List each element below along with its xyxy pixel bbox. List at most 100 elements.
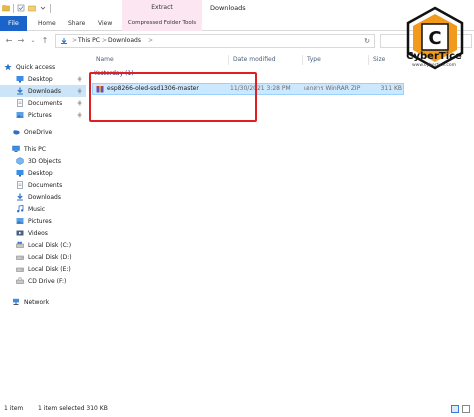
large-icons-view-icon[interactable] [462, 405, 470, 413]
sidebar-item-label: Downloads [28, 193, 61, 201]
pin-icon: ⋕ [76, 99, 82, 107]
sidebar-item-local-disk-c[interactable]: Local Disk (C:) [0, 239, 86, 251]
separator [50, 3, 51, 13]
group-header[interactable]: Yesterday (1) [94, 70, 134, 77]
file-size: 311 KB [380, 85, 402, 92]
sidebar-item-this-pc[interactable]: This PC [0, 143, 86, 155]
drive-icon [16, 267, 24, 272]
sidebar-item-cd-drive-f[interactable]: CD Drive (F:) [0, 275, 86, 287]
column-divider[interactable] [368, 55, 369, 65]
sidebar-item-label: 3D Objects [28, 157, 62, 165]
folder-icon[interactable] [2, 4, 10, 12]
logo-letter: C [428, 28, 441, 49]
logo-url-text: www.cybertice.com [412, 63, 456, 68]
network-icon [13, 298, 19, 305]
logo-brand-text: CyberTice [406, 51, 462, 62]
tab-share[interactable]: Share [68, 16, 85, 31]
sidebar-item-label: CD Drive (F:) [28, 277, 67, 285]
tab-home[interactable]: Home [38, 16, 56, 31]
recent-locations-chevron-icon[interactable]: ⌄ [28, 35, 38, 47]
sidebar-item-pictures-pinned[interactable]: Pictures ⋕ [0, 109, 86, 121]
file-type: เอกสาร WinRAR ZIP [304, 85, 361, 92]
sidebar-item-label: Desktop [28, 75, 53, 83]
sidebar-item-label: Local Disk (E:) [28, 265, 71, 273]
download-icon [17, 87, 23, 95]
cd-drive-icon [16, 277, 24, 284]
status-item-count: 1 item [4, 405, 24, 412]
sidebar-item-label: Local Disk (C:) [28, 241, 72, 249]
breadcrumb-downloads[interactable]: Downloads [108, 35, 141, 47]
back-arrow-icon[interactable]: ← [4, 35, 14, 47]
file-date-modified: 11/30/2021 3:28 PM [230, 85, 291, 92]
sidebar-item-label: Network [24, 298, 50, 306]
sidebar-item-onedrive[interactable]: OneDrive [0, 126, 86, 138]
download-folder-icon [61, 38, 67, 44]
quick-access-toolbar [2, 2, 51, 14]
video-icon [16, 230, 24, 236]
sidebar-item-documents-pinned[interactable]: Documents ⋕ [0, 97, 86, 109]
customize-toolbar-icon[interactable] [39, 4, 47, 12]
sidebar-item-local-disk-d[interactable]: Local Disk (D:) [0, 251, 86, 263]
file-list-pane[interactable]: Name Date modified Type Size Yesterday (… [86, 50, 474, 400]
sidebar-item-label: Documents [28, 181, 63, 189]
sidebar-item-label: Local Disk (D:) [28, 253, 72, 261]
details-view-icon[interactable] [451, 405, 459, 413]
sidebar-item-desktop-pinned[interactable]: Desktop ⋕ [0, 73, 86, 85]
sidebar-item-local-disk-e[interactable]: Local Disk (E:) [0, 263, 86, 275]
pin-icon: ⋕ [76, 87, 82, 95]
separator [13, 3, 14, 13]
forward-arrow-icon[interactable]: → [16, 35, 26, 47]
refresh-icon[interactable]: ↻ [364, 35, 370, 47]
column-header-type[interactable]: Type [307, 54, 321, 66]
column-header-name[interactable]: Name [96, 54, 114, 66]
pin-icon: ⋕ [76, 75, 82, 83]
address-bar[interactable]: > This PC > Downloads > ↻ [55, 34, 375, 48]
breadcrumb-this-pc[interactable]: This PC [78, 35, 100, 47]
cloud-icon [13, 130, 20, 135]
up-arrow-icon[interactable]: ↑ [40, 35, 50, 47]
sidebar-item-videos[interactable]: Videos [0, 227, 86, 239]
table-row[interactable]: esp8266-oled-ssd1306-master 11/30/2021 3… [92, 83, 404, 95]
crumb-separator: > [148, 37, 154, 44]
sidebar-item-3d-objects[interactable]: 3D Objects [0, 155, 86, 167]
sidebar-item-pictures[interactable]: Pictures [0, 215, 86, 227]
sidebar-item-quick-access[interactable]: Quick access [0, 61, 86, 73]
sidebar-item-downloads[interactable]: Downloads [0, 191, 86, 203]
sidebar-item-label: Quick access [16, 63, 56, 71]
column-divider[interactable] [302, 55, 303, 65]
window-title: Downloads [210, 4, 246, 12]
desktop-icon [16, 170, 24, 177]
sidebar-item-desktop[interactable]: Desktop [0, 167, 86, 179]
sidebar-item-label: Videos [28, 229, 48, 237]
tab-compressed-folder-tools[interactable]: Compressed Folder Tools [122, 16, 202, 31]
annotation-highlight-box [89, 72, 257, 122]
sidebar-item-music[interactable]: Music [0, 203, 86, 215]
new-folder-icon[interactable] [28, 4, 36, 12]
sidebar-item-label: Downloads [28, 87, 61, 95]
properties-icon[interactable] [17, 4, 25, 12]
sidebar-item-downloads-pinned[interactable]: Downloads ⋕ [0, 85, 86, 97]
column-header-date-modified[interactable]: Date modified [233, 54, 276, 66]
sidebar-item-documents[interactable]: Documents [0, 179, 86, 191]
column-header-size[interactable]: Size [373, 54, 385, 66]
documents-icon [17, 181, 23, 189]
status-selection: 1 item selected 310 KB [38, 405, 108, 412]
tab-view[interactable]: View [98, 16, 112, 31]
crumb-separator: > [72, 37, 78, 44]
documents-icon [17, 99, 23, 107]
tab-file[interactable]: File [0, 16, 27, 31]
star-icon [4, 63, 12, 71]
sidebar-item-label: Desktop [28, 169, 53, 177]
column-headers: Name Date modified Type Size [90, 54, 410, 66]
download-icon [17, 193, 23, 201]
sidebar-item-network[interactable]: Network [0, 296, 86, 308]
status-bar: 1 item 1 item selected 310 KB [0, 402, 474, 417]
sidebar-item-label: This PC [24, 145, 46, 153]
navigation-pane[interactable]: Quick access Desktop ⋕ Downloads ⋕ Docum… [0, 54, 86, 400]
sidebar-item-label: Pictures [28, 217, 52, 225]
sidebar-item-label: Music [28, 205, 46, 213]
drive-icon [16, 241, 24, 248]
column-divider[interactable] [228, 55, 229, 65]
extract-context-tab[interactable]: Extract [122, 0, 202, 16]
pin-icon: ⋕ [76, 111, 82, 119]
